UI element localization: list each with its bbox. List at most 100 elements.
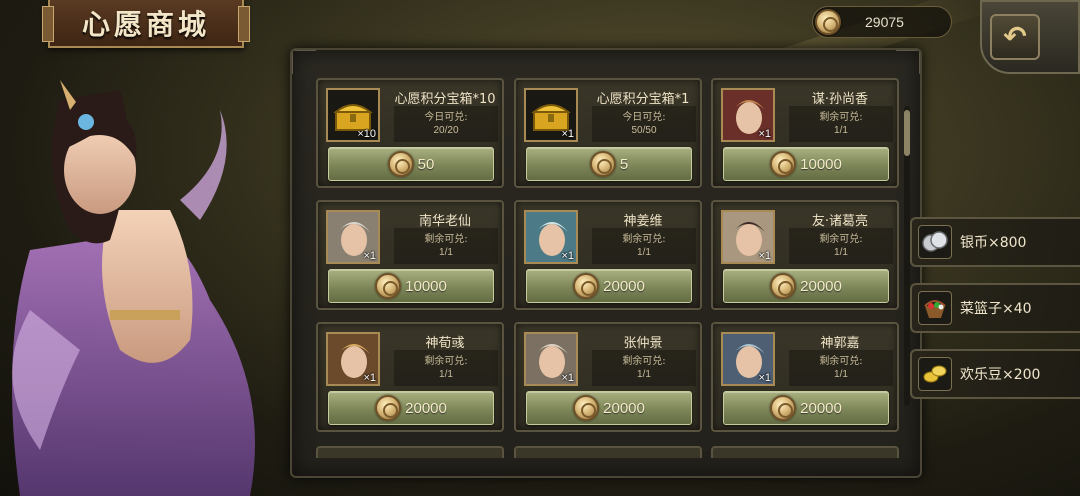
shop-item-card-partial [316,446,504,458]
item-name: 心愿积分宝箱*1 [596,92,690,107]
item-limit-box: 剩余可兑: 1/1 [789,228,893,264]
item-quantity: ×10 [357,128,376,140]
shop-item-card[interactable]: ×1 张仲景 剩余可兑: 1/1 20000 [514,322,702,432]
coin-icon [375,395,402,421]
coin-icon [770,395,797,421]
resource-label: 银币×800 [960,235,1027,251]
shop-item-card[interactable]: ×1 心愿积分宝箱*1 今日可兑: 50/50 5 [514,78,702,188]
item-price: 20000 [405,399,447,417]
panel-corner-ornament [896,50,920,74]
item-name: 谋·孙尚香 [811,92,869,107]
back-button-frame: ↶ [980,0,1080,74]
item-price: 10000 [800,155,842,173]
resource-item-silver[interactable]: 银币×800 [910,217,1080,267]
buy-button[interactable]: 20000 [526,269,692,303]
item-price: 20000 [603,277,645,295]
item-price: 20000 [800,277,842,295]
currency-display: 29075 [812,6,952,38]
resource-item-beans[interactable]: 欢乐豆×200 [910,349,1080,399]
item-quantity: ×1 [561,250,574,262]
coin-icon [589,151,616,177]
item-name: 神郭嘉 [820,336,860,351]
buy-button[interactable]: 20000 [328,391,494,425]
item-limit-box: 剩余可兑: 1/1 [394,350,498,386]
item-thumbnail: ×1 [326,332,380,386]
item-limit-label: 今日可兑: [424,112,468,123]
shop-item-card-partial [711,446,899,458]
resource-label: 欢乐豆×200 [960,367,1041,383]
item-price: 5 [619,155,629,173]
buy-button[interactable]: 10000 [723,147,889,181]
item-thumbnail: ×10 [326,88,380,142]
buy-button[interactable]: 20000 [526,391,692,425]
item-limit-value: 50/50 [631,125,657,136]
item-thumbnail: ×1 [524,332,578,386]
item-name: 神荀彧 [425,336,465,351]
back-button[interactable]: ↶ [990,14,1040,60]
item-thumbnail: ×1 [721,88,775,142]
shop-item-card[interactable]: ×1 南华老仙 剩余可兑: 1/1 10000 [316,200,504,310]
coin-icon [573,273,600,299]
item-price: 10000 [405,277,447,295]
item-limit-box: 剩余可兑: 1/1 [789,350,893,386]
currency-value: 29075 [865,14,904,30]
coin-icon [573,395,600,421]
item-limit-label: 剩余可兑: [622,234,666,245]
coin-icon [387,151,414,177]
character-illustration [12,80,255,496]
item-limit-value: 1/1 [834,369,848,380]
item-limit-box: 剩余可兑: 1/1 [592,228,696,264]
page-title: 心愿商城 [81,8,210,41]
shop-item-card[interactable]: ×1 神姜维剩余可兑: 1/1 20000 [514,200,702,310]
item-limit-box: 剩余可兑: 1/1 [789,106,893,142]
buy-button[interactable]: 20000 [723,269,889,303]
item-limit-label: 剩余可兑: [819,112,863,123]
buy-button[interactable]: 10000 [328,269,494,303]
item-limit-value: 1/1 [834,247,848,258]
buy-button[interactable]: 50 [328,147,494,181]
item-limit-value: 1/1 [637,247,651,258]
buy-button[interactable]: 5 [526,147,692,181]
shop-item-card[interactable]: ×1 神郭嘉剩余可兑: 1/1 20000 [711,322,899,432]
item-limit-box: 今日可兑: 50/50 [592,106,696,142]
item-price: 50 [417,155,435,173]
shop-item-card[interactable]: ×1 友·诸葛亮 剩余可兑: 1/1 20000 [711,200,899,310]
item-quantity: ×1 [363,372,376,384]
shop-item-card[interactable]: ×10 心愿积分宝箱*10 今日可兑: 20/20 50 [316,78,504,188]
shop-item-card[interactable]: ×1 神荀彧剩余可兑: 1/1 20000 [316,322,504,432]
item-name: 神姜维 [623,214,663,229]
item-price: 20000 [800,399,842,417]
shop-item-card[interactable]: ×1 谋·孙尚香剩余可兑: 1/1 10000 [711,78,899,188]
item-quantity: ×1 [561,128,574,140]
item-limit-box: 剩余可兑: 1/1 [394,228,498,264]
item-quantity: ×1 [758,372,771,384]
item-name: 张仲景 [623,336,663,351]
item-quantity: ×1 [561,372,574,384]
item-limit-value: 20/20 [433,125,459,136]
item-thumbnail: ×1 [524,210,578,264]
item-limit-box: 今日可兑: 20/20 [394,106,498,142]
silver-coin-icon [918,225,952,259]
item-limit-label: 剩余可兑: [424,356,468,367]
item-thumbnail: ×1 [326,210,380,264]
item-thumbnail: ×1 [524,88,578,142]
gold-bean-icon [918,357,952,391]
item-limit-value: 1/1 [834,125,848,136]
item-limit-label: 今日可兑: [622,112,666,123]
item-limit-label: 剩余可兑: [819,234,863,245]
page-title-banner: 心愿商城 [42,0,250,48]
back-arrow-icon: ↶ [1003,20,1027,53]
item-name: 南华老仙 [418,214,471,229]
scrollbar-thumb[interactable] [904,110,910,156]
coin-icon [815,9,841,35]
buy-button[interactable]: 20000 [723,391,889,425]
item-limit-label: 剩余可兑: [424,234,468,245]
panel-corner-ornament [292,50,316,74]
item-limit-value: 1/1 [439,369,453,380]
item-limit-label: 剩余可兑: [819,356,863,367]
item-price: 20000 [603,399,645,417]
coin-icon [770,151,797,177]
item-name: 友·诸葛亮 [811,214,869,229]
item-limit-value: 1/1 [637,369,651,380]
resource-item-basket[interactable]: 菜篮子×40 [910,283,1080,333]
